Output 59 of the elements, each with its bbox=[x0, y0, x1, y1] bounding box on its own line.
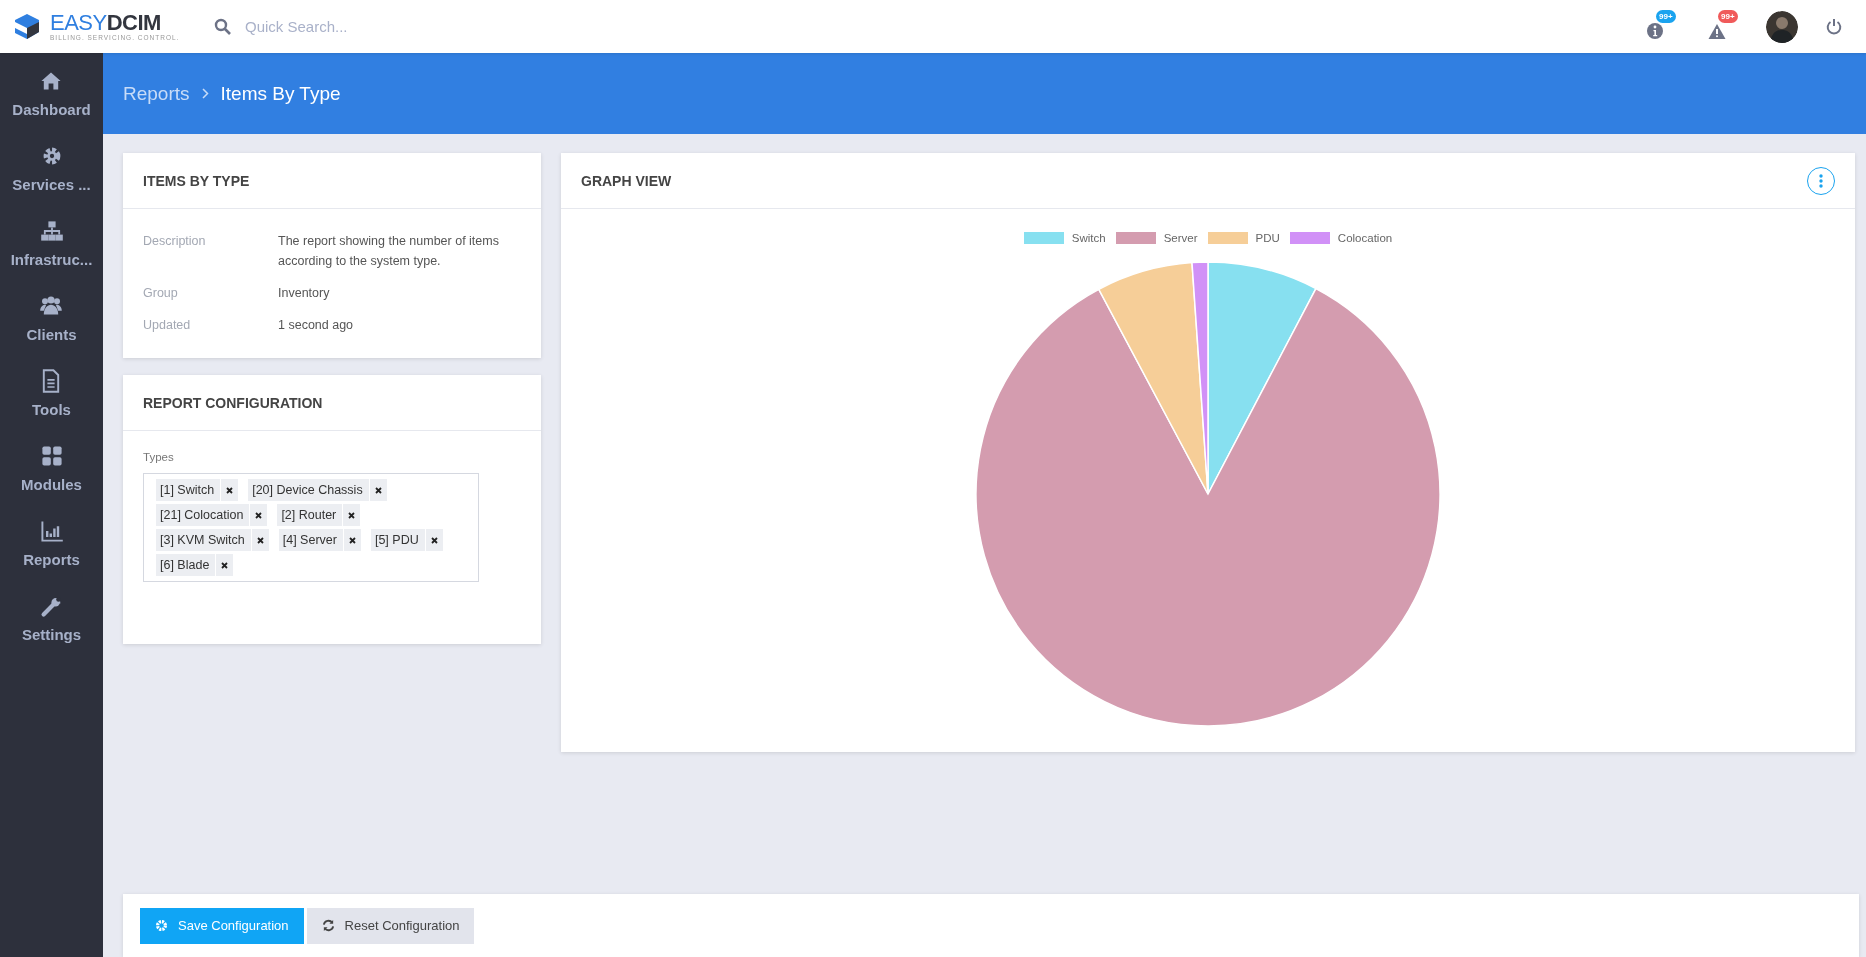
remove-icon[interactable] bbox=[256, 536, 264, 544]
remove-icon[interactable] bbox=[226, 486, 234, 494]
sidebar-item[interactable]: Tools bbox=[32, 369, 71, 444]
hierarchy-icon bbox=[39, 219, 64, 243]
count-badge: 99+ bbox=[1718, 9, 1738, 23]
more-button[interactable] bbox=[1807, 166, 1835, 195]
field-label: Types bbox=[143, 451, 175, 463]
remove-icon[interactable] bbox=[348, 511, 356, 519]
field-label: Description bbox=[143, 233, 207, 250]
tag-chip: [4] Server bbox=[278, 529, 361, 551]
card-title: GRAPH VIEW bbox=[581, 172, 672, 189]
tag-chip: [5] PDU bbox=[370, 529, 443, 551]
logo-icon bbox=[12, 11, 42, 42]
refresh-icon bbox=[321, 919, 335, 932]
tag-chip: [1] Switch bbox=[156, 479, 239, 501]
tag-chip: [20] Device Chassis bbox=[248, 479, 387, 501]
tag-chip: [21] Colocation bbox=[156, 504, 268, 526]
sidebar-item[interactable]: Clients bbox=[26, 294, 77, 369]
sidebar-item[interactable]: Services ... bbox=[12, 144, 91, 219]
grid-icon bbox=[39, 444, 64, 468]
field-value: 1 second ago bbox=[278, 317, 355, 334]
info-icon bbox=[1646, 21, 1664, 40]
field-value: The report showing the number of items according to the system type. bbox=[278, 233, 500, 270]
search-icon bbox=[214, 18, 231, 35]
brand-name: EASYDCIM bbox=[50, 12, 162, 34]
remove-icon[interactable] bbox=[374, 486, 382, 494]
remove-icon[interactable] bbox=[430, 536, 438, 544]
sidebar-item[interactable]: Infrastruc... bbox=[10, 219, 93, 294]
tag-chip: [2] Router bbox=[277, 504, 361, 526]
sidebar-item[interactable]: Modules bbox=[21, 444, 82, 519]
remove-icon[interactable] bbox=[255, 511, 263, 519]
chevron-icon bbox=[201, 88, 209, 99]
sidebar-item[interactable]: Reports bbox=[23, 519, 80, 594]
legend-label: PDU bbox=[1255, 232, 1280, 244]
kebab-icon bbox=[1819, 173, 1823, 188]
field-label: Updated bbox=[143, 317, 192, 334]
power-icon[interactable] bbox=[1826, 18, 1842, 35]
count-badge: 99+ bbox=[1656, 9, 1676, 23]
gear-icon bbox=[155, 919, 168, 932]
card-title: ITEMS BY TYPE bbox=[143, 172, 250, 189]
tag-input[interactable]: [1] Switch [20] Device Chassis [21] Colocation [2] Router [3] KVM Switch [4] Server [5] PDU [6] Blade bbox=[143, 473, 479, 582]
legend-label: Colocation bbox=[1337, 232, 1393, 244]
legend-label: Switch bbox=[1071, 232, 1106, 244]
alert-button[interactable]: 99+ bbox=[1704, 9, 1738, 44]
page-title: Items By Type bbox=[220, 82, 341, 105]
sidebar-item[interactable]: Dashboard bbox=[12, 69, 91, 144]
bar-chart-icon bbox=[39, 519, 64, 543]
field-label: Group bbox=[143, 285, 179, 302]
field-value: Inventory bbox=[278, 285, 331, 302]
card-title: REPORT CONFIGURATION bbox=[143, 394, 323, 411]
remove-icon[interactable] bbox=[221, 561, 229, 569]
sidebar-item[interactable]: Settings bbox=[21, 594, 82, 669]
remove-icon[interactable] bbox=[348, 536, 356, 544]
tag-chip: [3] KVM Switch bbox=[156, 529, 269, 551]
reset-button[interactable]: Reset Configuration bbox=[306, 907, 475, 944]
tag-chip: [6] Blade bbox=[156, 554, 234, 576]
legend-label: Server bbox=[1163, 232, 1198, 244]
warning-icon bbox=[1708, 22, 1726, 40]
avatar[interactable] bbox=[1766, 10, 1798, 43]
